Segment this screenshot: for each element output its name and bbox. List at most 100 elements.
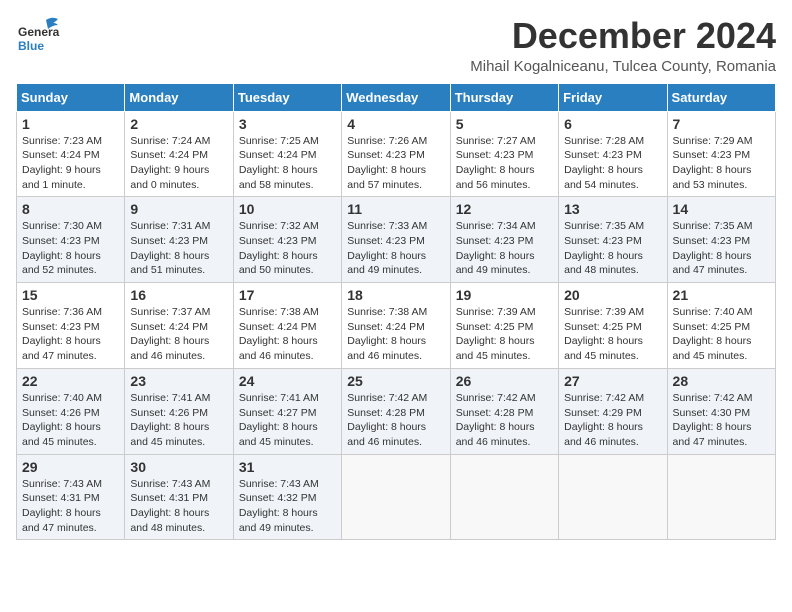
day-info: Sunrise: 7:38 AMSunset: 4:24 PMDaylight:… [239, 305, 336, 364]
title-block: December 2024 Mihail Kogalniceanu, Tulce… [470, 16, 776, 75]
day-number: 10 [239, 201, 336, 217]
weekday-row: SundayMondayTuesdayWednesdayThursdayFrid… [17, 83, 776, 111]
day-number: 13 [564, 201, 661, 217]
day-number: 31 [239, 459, 336, 475]
calendar-week-3: 15Sunrise: 7:36 AMSunset: 4:23 PMDayligh… [17, 283, 776, 369]
calendar-cell: 9 Sunrise: 7:31 AMSunset: 4:23 PMDaylight… [125, 197, 233, 283]
day-number: 26 [456, 373, 553, 389]
calendar-week-5: 29 Sunrise: 7:43 AMSunset: 4:31 PMDayligh… [17, 454, 776, 540]
day-number: 25 [347, 373, 444, 389]
calendar-cell: 8 Sunrise: 7:30 AMSunset: 4:23 PMDaylight… [17, 197, 125, 283]
day-info: Sunrise: 7:35 AMSunset: 4:23 PMDaylight:… [673, 219, 770, 278]
calendar-cell: 27 Sunrise: 7:42 AMSunset: 4:29 PMDayligh… [559, 368, 667, 454]
day-number: 1 [22, 116, 119, 132]
calendar-cell: 12Sunrise: 7:34 AMSunset: 4:23 PMDayligh… [450, 197, 558, 283]
day-info: Sunrise: 7:39 AMSunset: 4:25 PMDaylight:… [456, 305, 553, 364]
day-number: 30 [130, 459, 227, 475]
day-number: 6 [564, 116, 661, 132]
day-info: Sunrise: 7:26 AMSunset: 4:23 PMDaylight:… [347, 134, 444, 193]
day-number: 21 [673, 287, 770, 303]
day-number: 9 [130, 201, 227, 217]
day-number: 22 [22, 373, 119, 389]
day-number: 11 [347, 201, 444, 217]
calendar-cell: 11 Sunrise: 7:33 AMSunset: 4:23 PMDayligh… [342, 197, 450, 283]
weekday-header-thursday: Thursday [450, 83, 558, 111]
calendar-cell: 7 Sunrise: 7:29 AMSunset: 4:23 PMDaylight… [667, 111, 775, 197]
day-number: 23 [130, 373, 227, 389]
day-number: 3 [239, 116, 336, 132]
calendar-cell: 17 Sunrise: 7:38 AMSunset: 4:24 PMDayligh… [233, 283, 341, 369]
calendar-cell: 31 Sunrise: 7:43 AMSunset: 4:32 PMDayligh… [233, 454, 341, 540]
day-number: 5 [456, 116, 553, 132]
day-info: Sunrise: 7:34 AMSunset: 4:23 PMDaylight:… [456, 219, 553, 278]
calendar-cell: 30Sunrise: 7:43 AMSunset: 4:31 PMDayligh… [125, 454, 233, 540]
day-info: Sunrise: 7:35 AMSunset: 4:23 PMDaylight:… [564, 219, 661, 278]
day-number: 27 [564, 373, 661, 389]
calendar-week-1: 1 Sunrise: 7:23 AMSunset: 4:24 PMDaylight… [17, 111, 776, 197]
day-info: Sunrise: 7:42 AMSunset: 4:28 PMDaylight:… [456, 391, 553, 450]
day-info: Sunrise: 7:24 AMSunset: 4:24 PMDaylight:… [130, 134, 227, 193]
day-info: Sunrise: 7:42 AMSunset: 4:29 PMDaylight:… [564, 391, 661, 450]
day-number: 4 [347, 116, 444, 132]
calendar-cell: 21 Sunrise: 7:40 AMSunset: 4:25 PMDayligh… [667, 283, 775, 369]
day-number: 2 [130, 116, 227, 132]
calendar-cell [450, 454, 558, 540]
day-info: Sunrise: 7:29 AMSunset: 4:23 PMDaylight:… [673, 134, 770, 193]
day-number: 15 [22, 287, 119, 303]
calendar-cell: 20Sunrise: 7:39 AMSunset: 4:25 PMDayligh… [559, 283, 667, 369]
calendar-cell: 16 Sunrise: 7:37 AMSunset: 4:24 PMDayligh… [125, 283, 233, 369]
weekday-header-friday: Friday [559, 83, 667, 111]
day-info: Sunrise: 7:42 AMSunset: 4:28 PMDaylight:… [347, 391, 444, 450]
day-info: Sunrise: 7:23 AMSunset: 4:24 PMDaylight:… [22, 134, 119, 193]
calendar-cell: 28 Sunrise: 7:42 AMSunset: 4:30 PMDayligh… [667, 368, 775, 454]
day-info: Sunrise: 7:43 AMSunset: 4:32 PMDaylight:… [239, 477, 336, 536]
calendar-cell: 25 Sunrise: 7:42 AMSunset: 4:28 PMDayligh… [342, 368, 450, 454]
calendar-cell: 1 Sunrise: 7:23 AMSunset: 4:24 PMDaylight… [17, 111, 125, 197]
day-number: 8 [22, 201, 119, 217]
day-info: Sunrise: 7:41 AMSunset: 4:27 PMDaylight:… [239, 391, 336, 450]
day-info: Sunrise: 7:38 AMSunset: 4:24 PMDaylight:… [347, 305, 444, 364]
day-number: 29 [22, 459, 119, 475]
day-number: 19 [456, 287, 553, 303]
weekday-header-tuesday: Tuesday [233, 83, 341, 111]
day-info: Sunrise: 7:32 AMSunset: 4:23 PMDaylight:… [239, 219, 336, 278]
day-info: Sunrise: 7:31 AMSunset: 4:23 PMDaylight:… [130, 219, 227, 278]
day-number: 16 [130, 287, 227, 303]
day-info: Sunrise: 7:40 AMSunset: 4:26 PMDaylight:… [22, 391, 119, 450]
day-info: Sunrise: 7:37 AMSunset: 4:24 PMDaylight:… [130, 305, 227, 364]
calendar-week-2: 8 Sunrise: 7:30 AMSunset: 4:23 PMDaylight… [17, 197, 776, 283]
day-info: Sunrise: 7:41 AMSunset: 4:26 PMDaylight:… [130, 391, 227, 450]
day-info: Sunrise: 7:28 AMSunset: 4:23 PMDaylight:… [564, 134, 661, 193]
calendar-cell: 24Sunrise: 7:41 AMSunset: 4:27 PMDayligh… [233, 368, 341, 454]
logo-icon: General Blue [16, 16, 60, 60]
calendar-body: 1 Sunrise: 7:23 AMSunset: 4:24 PMDaylight… [17, 111, 776, 540]
calendar-cell: 23 Sunrise: 7:41 AMSunset: 4:26 PMDayligh… [125, 368, 233, 454]
svg-text:Blue: Blue [18, 39, 44, 53]
day-info: Sunrise: 7:40 AMSunset: 4:25 PMDaylight:… [673, 305, 770, 364]
calendar-cell: 10 Sunrise: 7:32 AMSunset: 4:23 PMDayligh… [233, 197, 341, 283]
weekday-header-sunday: Sunday [17, 83, 125, 111]
day-info: Sunrise: 7:30 AMSunset: 4:23 PMDaylight:… [22, 219, 119, 278]
day-number: 7 [673, 116, 770, 132]
day-info: Sunrise: 7:43 AMSunset: 4:31 PMDaylight:… [22, 477, 119, 536]
calendar-cell: 19 Sunrise: 7:39 AMSunset: 4:25 PMDayligh… [450, 283, 558, 369]
calendar-table: SundayMondayTuesdayWednesdayThursdayFrid… [16, 83, 776, 541]
day-info: Sunrise: 7:42 AMSunset: 4:30 PMDaylight:… [673, 391, 770, 450]
day-number: 17 [239, 287, 336, 303]
subtitle: Mihail Kogalniceanu, Tulcea County, Roma… [470, 58, 776, 75]
calendar-cell: 2 Sunrise: 7:24 AMSunset: 4:24 PMDaylight… [125, 111, 233, 197]
calendar-cell: 15Sunrise: 7:36 AMSunset: 4:23 PMDayligh… [17, 283, 125, 369]
weekday-header-monday: Monday [125, 83, 233, 111]
calendar-week-4: 22 Sunrise: 7:40 AMSunset: 4:26 PMDayligh… [17, 368, 776, 454]
day-number: 20 [564, 287, 661, 303]
day-info: Sunrise: 7:33 AMSunset: 4:23 PMDaylight:… [347, 219, 444, 278]
calendar-cell: 14 Sunrise: 7:35 AMSunset: 4:23 PMDayligh… [667, 197, 775, 283]
calendar-cell: 5Sunrise: 7:27 AMSunset: 4:23 PMDaylight… [450, 111, 558, 197]
page-header: General Blue December 2024 Mihail Kogaln… [16, 16, 776, 75]
day-number: 14 [673, 201, 770, 217]
weekday-header-wednesday: Wednesday [342, 83, 450, 111]
day-number: 28 [673, 373, 770, 389]
weekday-header-saturday: Saturday [667, 83, 775, 111]
day-info: Sunrise: 7:25 AMSunset: 4:24 PMDaylight:… [239, 134, 336, 193]
svg-text:General: General [18, 25, 60, 39]
